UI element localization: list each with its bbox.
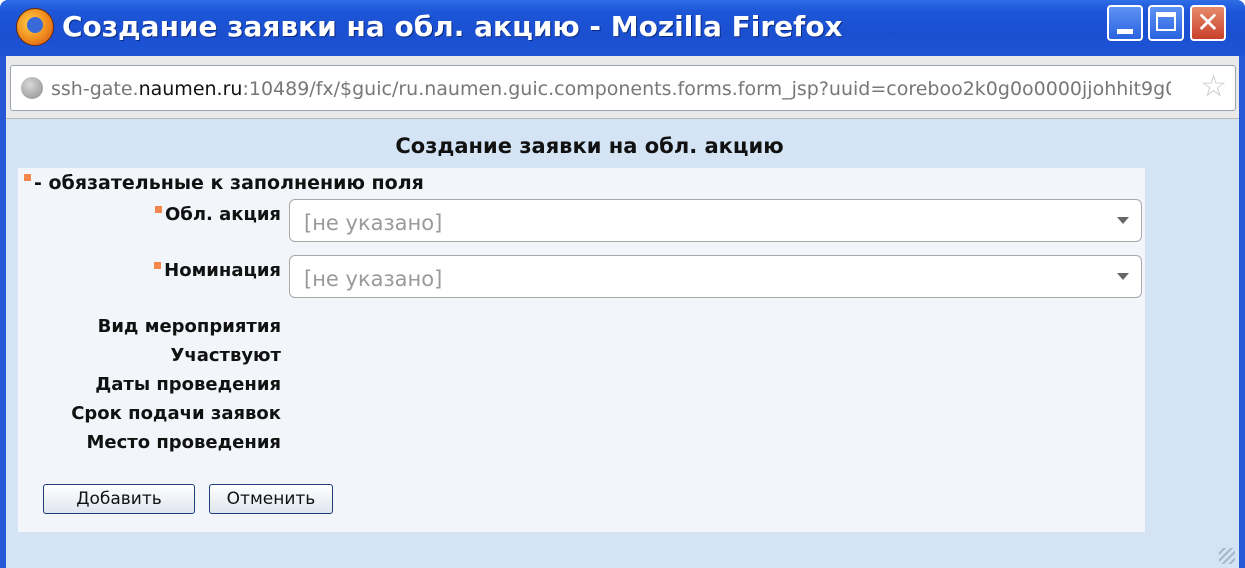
browser-client-area: ssh-gate.naumen.ru:10489/fx/$guic/ru.nau… — [6, 56, 1239, 568]
field-label-nomination: Номинация — [154, 260, 281, 281]
required-marker-icon — [24, 174, 31, 181]
nomination-select[interactable]: [не указано] — [289, 255, 1142, 298]
bookmark-star-icon[interactable]: ☆ — [1200, 72, 1227, 102]
label-application-deadline: Срок подачи заявок — [71, 403, 281, 424]
required-marker-icon — [154, 262, 162, 269]
globe-icon — [21, 77, 43, 99]
add-button[interactable]: Добавить — [43, 484, 195, 514]
resize-grip[interactable] — [1219, 548, 1235, 564]
form-panel: - обязательные к заполнению поля Обл. ак… — [18, 168, 1145, 532]
address-bar: ssh-gate.naumen.ru:10489/fx/$guic/ru.nau… — [6, 56, 1239, 119]
title-bar[interactable]: Создание заявки на обл. акцию - Mozilla … — [0, 0, 1245, 56]
label-participants: Участвуют — [170, 345, 281, 366]
label-event-location: Место проведения — [86, 432, 282, 453]
field-label-area-action: Обл. акция — [154, 204, 281, 225]
cancel-button[interactable]: Отменить — [209, 484, 333, 514]
required-note: - обязательные к заполнению поля — [24, 172, 424, 194]
url-input[interactable]: ssh-gate.naumen.ru:10489/fx/$guic/ru.nau… — [10, 65, 1236, 111]
page-title: Создание заявки на обл. акцию — [395, 134, 784, 158]
chevron-down-icon — [1117, 273, 1129, 280]
select-value: [не указано] — [304, 211, 443, 235]
chevron-down-icon — [1117, 217, 1129, 224]
label-event-dates: Даты проведения — [95, 374, 281, 395]
minimize-button[interactable] — [1107, 5, 1143, 41]
required-marker-icon — [154, 206, 162, 213]
close-icon: ✕ — [1196, 6, 1220, 39]
maximize-button[interactable] — [1148, 5, 1184, 41]
select-value: [не указано] — [304, 267, 443, 291]
firefox-logo-icon — [16, 8, 54, 46]
close-button[interactable]: ✕ — [1190, 5, 1226, 41]
browser-window: Создание заявки на обл. акцию - Mozilla … — [0, 0, 1245, 568]
area-action-select[interactable]: [не указано] — [289, 199, 1142, 242]
label-event-type: Вид мероприятия — [97, 316, 281, 337]
url-text: ssh-gate.naumen.ru:10489/fx/$guic/ru.nau… — [51, 78, 1171, 100]
window-title: Создание заявки на обл. акцию - Mozilla … — [62, 10, 843, 43]
